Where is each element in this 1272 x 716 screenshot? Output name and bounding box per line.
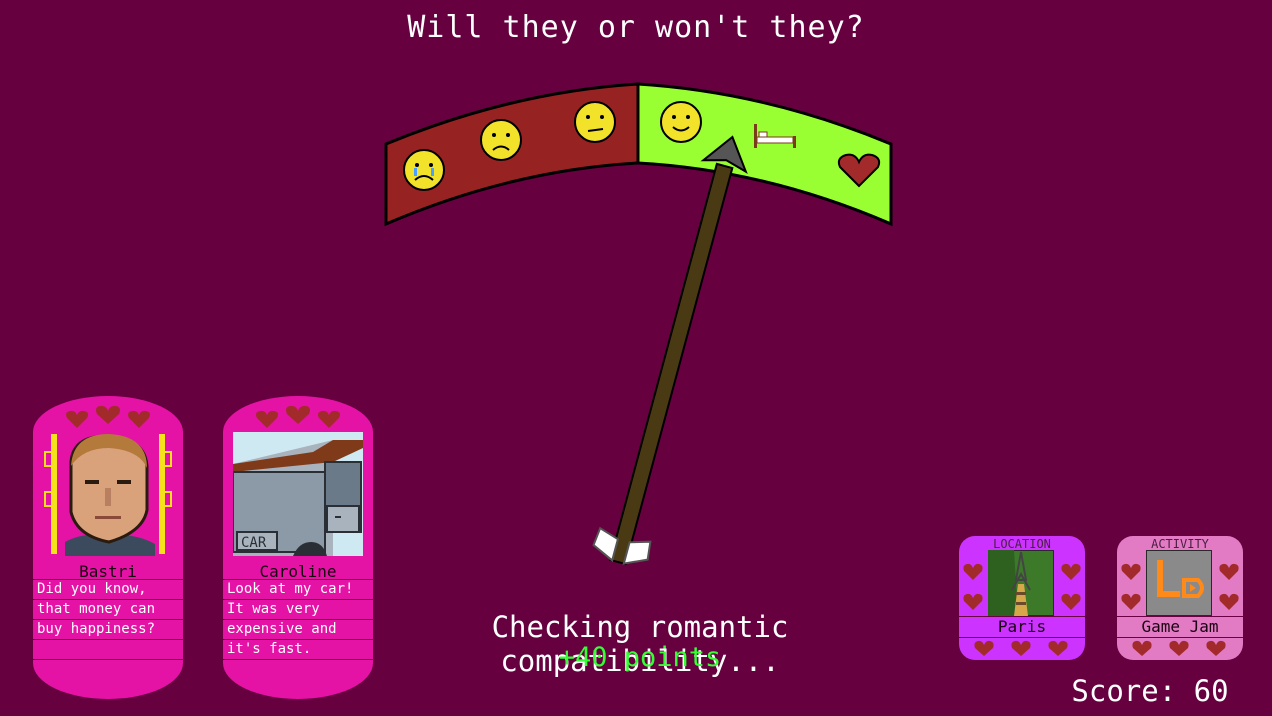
- character-card-caroline: CAR Caroline Look at my car! It was very…: [223, 396, 373, 699]
- dialogue-line: It was very: [223, 599, 373, 619]
- game-screen: Will they or won't they? Bastri Did you …: [0, 0, 1272, 716]
- character-card-bastri: Bastri Did you know, that money can buy …: [33, 396, 183, 699]
- dialogue-line: it's fast.: [223, 639, 373, 660]
- dialogue-line: Did you know,: [33, 579, 183, 599]
- location-card: LOCATION Paris: [959, 536, 1085, 660]
- sad-face-icon: [480, 119, 522, 161]
- bastri-portrait: [43, 432, 173, 556]
- activity-name: Game Jam: [1117, 616, 1243, 638]
- hearts-right: [1219, 563, 1239, 610]
- activity-card: ACTIVITY Game Jam: [1117, 536, 1243, 660]
- hearts-bottom: [974, 640, 1068, 656]
- svg-text:CAR: CAR: [241, 535, 267, 551]
- dialogue-line: expensive and: [223, 619, 373, 639]
- score-display: Score: 60: [1071, 674, 1229, 708]
- arrow-fletching-left: [592, 526, 620, 563]
- hearts-left: [963, 563, 983, 610]
- arrow-fletching-right: [622, 540, 652, 565]
- neutral-face-icon: [574, 101, 616, 143]
- dialogue-line: that money can: [33, 599, 183, 619]
- compatibility-arrow: [592, 135, 748, 566]
- arrow-shaft: [609, 162, 734, 566]
- hearts-right: [1061, 563, 1081, 610]
- smile-face-icon: [660, 101, 702, 143]
- hearts-row: [66, 405, 150, 428]
- location-caption: LOCATION: [993, 537, 1051, 551]
- dialogue-line: [33, 639, 183, 660]
- hearts-row: [256, 405, 340, 428]
- hearts-bottom: [1132, 640, 1226, 656]
- car-portrait: CAR: [233, 432, 363, 556]
- dialogue-line: Look at my car!: [223, 579, 373, 599]
- points-text: +40 points: [558, 642, 722, 673]
- hearts-left: [1121, 563, 1141, 610]
- location-name: Paris: [959, 616, 1085, 638]
- crying-face-icon: [403, 149, 445, 191]
- activity-caption: ACTIVITY: [1151, 537, 1209, 551]
- eiffel-tower-icon: [988, 550, 1054, 616]
- dialogue-line: buy happiness?: [33, 619, 183, 639]
- game-jam-logo-icon: [1146, 550, 1212, 616]
